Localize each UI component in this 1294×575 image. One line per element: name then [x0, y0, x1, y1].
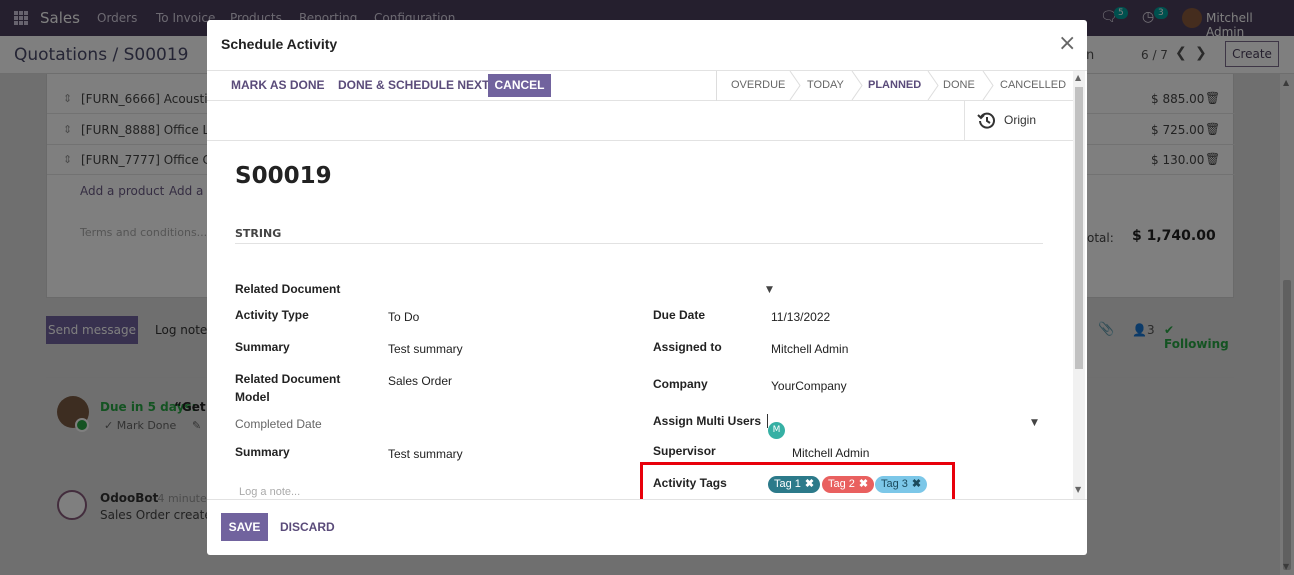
origin-label: Origin: [1004, 113, 1037, 127]
dialog-scrollbar[interactable]: ▲ ▼: [1073, 71, 1085, 499]
done-schedule-next-button[interactable]: DONE & SCHEDULE NEXT: [338, 78, 489, 92]
stage-overdue[interactable]: OVERDUE: [731, 79, 785, 91]
scroll-up-arrow-icon[interactable]: ▲: [1075, 73, 1081, 82]
stage-separator-icon: [851, 71, 863, 100]
record-title: S00019: [235, 163, 332, 189]
stage-pipeline: OVERDUE TODAY PLANNED DONE CANCELLED: [716, 71, 1073, 101]
stage-separator-icon: [927, 71, 939, 100]
company-label: Company: [653, 377, 708, 391]
stage-separator-icon: [982, 71, 994, 100]
stage-cancelled[interactable]: CANCELLED: [1000, 79, 1066, 91]
stage-planned[interactable]: PLANNED: [868, 79, 921, 91]
summary-field[interactable]: Test summary: [388, 445, 463, 463]
summary-label: Summary: [235, 340, 290, 354]
due-date-field[interactable]: 11/13/2022: [771, 308, 830, 326]
related-model-label-cont: Model: [235, 390, 270, 404]
supervisor-label: Supervisor: [653, 444, 716, 458]
discard-button[interactable]: DISCARD: [280, 520, 335, 534]
dialog-body: MARK AS DONE DONE & SCHEDULE NEXT CANCEL…: [207, 71, 1073, 499]
company-field[interactable]: YourCompany: [771, 377, 847, 395]
origin-button[interactable]: Origin: [964, 101, 1073, 141]
summary-field[interactable]: Test summary: [388, 340, 463, 358]
completed-date-label: Completed Date: [235, 417, 322, 431]
summary-label: Summary: [235, 445, 290, 459]
activity-type-field[interactable]: To Do: [388, 308, 419, 326]
highlight-box: [640, 462, 955, 499]
cancel-button[interactable]: CANCEL: [488, 74, 551, 97]
related-model-field: Sales Order: [388, 374, 453, 388]
assign-multi-users-dropdown-icon[interactable]: ▼: [1031, 418, 1038, 428]
stage-today[interactable]: TODAY: [807, 79, 844, 91]
due-date-label: Due Date: [653, 308, 706, 322]
close-icon[interactable]: ×: [1058, 33, 1076, 55]
save-button[interactable]: SAVE: [221, 513, 268, 541]
related-document-dropdown-icon[interactable]: ▼: [766, 285, 773, 295]
assigned-to-field[interactable]: Mitchell Admin: [771, 340, 848, 358]
section-title: STRING: [235, 227, 282, 240]
section-divider: [235, 243, 1043, 244]
assign-multi-users-label: Assign Multi Users: [653, 414, 762, 428]
supervisor-avatar: M: [768, 422, 785, 439]
scroll-thumb[interactable]: [1075, 87, 1083, 369]
supervisor-field[interactable]: Mitchell Admin: [792, 444, 869, 462]
schedule-activity-dialog: Schedule Activity × MARK AS DONE DONE & …: [207, 20, 1087, 555]
divider: [207, 499, 1087, 500]
stage-separator-icon: [789, 71, 801, 100]
status-bar: MARK AS DONE DONE & SCHEDULE NEXT CANCEL…: [207, 71, 1073, 101]
activity-type-label: Activity Type: [235, 308, 309, 322]
button-box: Origin: [207, 101, 1073, 141]
log-note-input[interactable]: Log a note...: [239, 486, 300, 498]
stage-done[interactable]: DONE: [943, 79, 975, 91]
history-icon: [977, 111, 997, 134]
related-model-label: Related Document: [235, 372, 341, 386]
scroll-down-arrow-icon[interactable]: ▼: [1075, 485, 1081, 494]
dialog-title: Schedule Activity: [221, 36, 338, 52]
assigned-to-label: Assigned to: [653, 340, 722, 354]
mark-as-done-button[interactable]: MARK AS DONE: [231, 78, 325, 92]
related-document-label: Related Document: [235, 282, 341, 296]
